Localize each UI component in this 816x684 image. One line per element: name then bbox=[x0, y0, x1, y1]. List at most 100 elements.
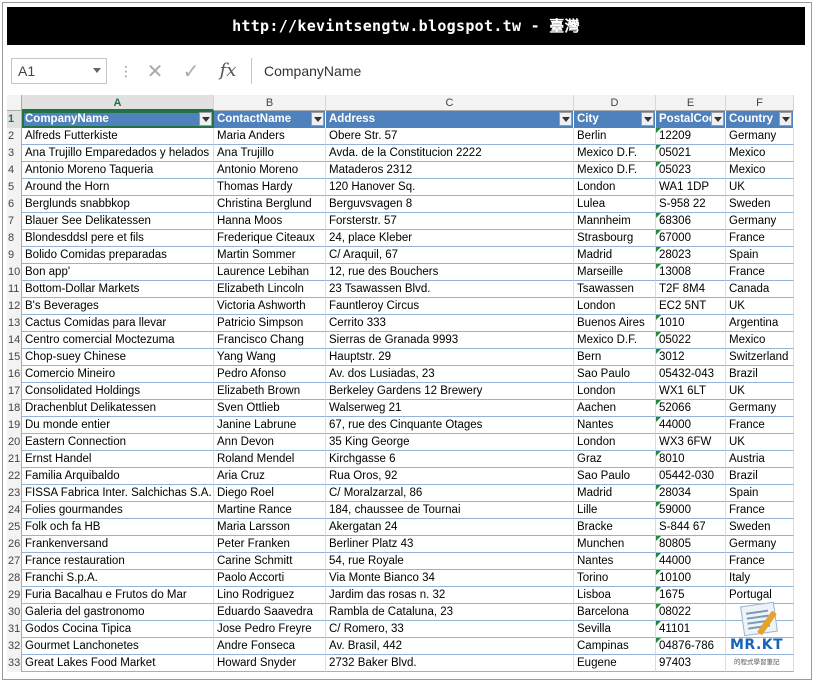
table-cell[interactable]: Diego Roel bbox=[214, 485, 326, 502]
row-header[interactable]: 22 bbox=[7, 468, 22, 485]
column-header-e[interactable]: E bbox=[656, 95, 726, 111]
table-cell[interactable]: Spain bbox=[726, 485, 794, 502]
table-cell[interactable]: Sweden bbox=[726, 519, 794, 536]
row-header[interactable]: 13 bbox=[7, 315, 22, 332]
table-cell[interactable]: Sao Paulo bbox=[574, 366, 656, 383]
table-cell[interactable]: 120 Hanover Sq. bbox=[326, 179, 574, 196]
table-cell[interactable]: B's Beverages bbox=[22, 298, 214, 315]
table-cell[interactable]: 04876-786 bbox=[656, 638, 726, 655]
table-cell[interactable]: London bbox=[574, 298, 656, 315]
row-header[interactable]: 11 bbox=[7, 281, 22, 298]
table-cell[interactable]: Roland Mendel bbox=[214, 451, 326, 468]
row-header[interactable]: 19 bbox=[7, 417, 22, 434]
table-cell[interactable]: Sven Ottlieb bbox=[214, 400, 326, 417]
column-header-f[interactable]: F bbox=[726, 95, 794, 111]
table-cell[interactable]: Italy bbox=[726, 570, 794, 587]
table-cell[interactable]: Austria bbox=[726, 451, 794, 468]
table-cell[interactable]: Comercio Mineiro bbox=[22, 366, 214, 383]
table-cell[interactable]: 13008 bbox=[656, 264, 726, 281]
row-header[interactable]: 28 bbox=[7, 570, 22, 587]
table-cell[interactable]: France bbox=[726, 502, 794, 519]
row-header[interactable]: 14 bbox=[7, 332, 22, 349]
table-cell[interactable]: Francisco Chang bbox=[214, 332, 326, 349]
table-cell[interactable]: Aria Cruz bbox=[214, 468, 326, 485]
row-header[interactable]: 3 bbox=[7, 145, 22, 162]
table-cell[interactable]: 97403 bbox=[656, 655, 726, 672]
table-cell[interactable]: 1010 bbox=[656, 315, 726, 332]
table-cell[interactable]: Germany bbox=[726, 213, 794, 230]
table-cell[interactable]: Mannheim bbox=[574, 213, 656, 230]
table-cell[interactable]: Argentina bbox=[726, 315, 794, 332]
table-cell[interactable]: Martine Rance bbox=[214, 502, 326, 519]
table-cell[interactable]: Blondesddsl pere et fils bbox=[22, 230, 214, 247]
table-cell[interactable]: London bbox=[574, 383, 656, 400]
table-cell[interactable]: Berglunds snabbkop bbox=[22, 196, 214, 213]
row-header[interactable]: 30 bbox=[7, 604, 22, 621]
row-header[interactable]: 27 bbox=[7, 553, 22, 570]
filter-dropdown-icon[interactable] bbox=[779, 112, 792, 126]
table-cell[interactable]: 12209 bbox=[656, 128, 726, 145]
table-cell[interactable]: Thomas Hardy bbox=[214, 179, 326, 196]
table-cell[interactable]: Rua Oros, 92 bbox=[326, 468, 574, 485]
table-cell[interactable]: Canada bbox=[726, 281, 794, 298]
row-header[interactable]: 2 bbox=[7, 128, 22, 145]
name-box[interactable]: A1 bbox=[11, 58, 107, 84]
table-cell[interactable]: 67, rue des Cinquante Otages bbox=[326, 417, 574, 434]
table-cell[interactable]: Germany bbox=[726, 400, 794, 417]
table-cell[interactable]: Furia Bacalhau e Frutos do Mar bbox=[22, 587, 214, 604]
table-cell[interactable]: Great Lakes Food Market bbox=[22, 655, 214, 672]
table-cell[interactable]: Marseille bbox=[574, 264, 656, 281]
table-header-companyname[interactable]: CompanyName bbox=[22, 111, 214, 128]
table-cell[interactable]: Andre Fonseca bbox=[214, 638, 326, 655]
table-cell[interactable]: Forsterstr. 57 bbox=[326, 213, 574, 230]
table-cell[interactable]: Sweden bbox=[726, 196, 794, 213]
table-cell[interactable]: Campinas bbox=[574, 638, 656, 655]
table-cell[interactable]: France bbox=[726, 264, 794, 281]
table-cell[interactable]: 35 King George bbox=[326, 434, 574, 451]
table-cell[interactable]: Buenos Aires bbox=[574, 315, 656, 332]
row-header[interactable]: 33 bbox=[7, 655, 22, 672]
row-header[interactable]: 29 bbox=[7, 587, 22, 604]
table-cell[interactable]: Munchen bbox=[574, 536, 656, 553]
table-cell[interactable]: Madrid bbox=[574, 247, 656, 264]
table-cell[interactable]: 2732 Baker Blvd. bbox=[326, 655, 574, 672]
table-header-city[interactable]: City bbox=[574, 111, 656, 128]
table-cell[interactable]: 24, place Kleber bbox=[326, 230, 574, 247]
table-cell[interactable]: France bbox=[726, 417, 794, 434]
table-cell[interactable]: Sao Paulo bbox=[574, 468, 656, 485]
table-cell[interactable]: Nantes bbox=[574, 417, 656, 434]
table-cell[interactable]: Frederique Citeaux bbox=[214, 230, 326, 247]
table-cell[interactable]: 41101 bbox=[656, 621, 726, 638]
table-cell[interactable]: Akergatan 24 bbox=[326, 519, 574, 536]
table-cell[interactable]: Franchi S.p.A. bbox=[22, 570, 214, 587]
table-cell[interactable]: Fauntleroy Circus bbox=[326, 298, 574, 315]
filter-dropdown-icon[interactable] bbox=[559, 112, 572, 126]
table-cell[interactable]: Elizabeth Brown bbox=[214, 383, 326, 400]
table-cell[interactable]: Laurence Lebihan bbox=[214, 264, 326, 281]
table-cell[interactable]: Blauer See Delikatessen bbox=[22, 213, 214, 230]
table-cell[interactable]: Ana Trujillo bbox=[214, 145, 326, 162]
table-cell[interactable]: Tsawassen bbox=[574, 281, 656, 298]
table-cell[interactable]: Drachenblut Delikatessen bbox=[22, 400, 214, 417]
table-cell[interactable]: Mexico bbox=[726, 332, 794, 349]
table-cell[interactable]: Lino Rodriguez bbox=[214, 587, 326, 604]
table-cell[interactable]: Godos Cocina Tipica bbox=[22, 621, 214, 638]
table-cell[interactable]: 05022 bbox=[656, 332, 726, 349]
row-header[interactable]: 1 bbox=[7, 111, 22, 128]
table-cell[interactable]: Obere Str. 57 bbox=[326, 128, 574, 145]
row-header[interactable]: 5 bbox=[7, 179, 22, 196]
table-header-contactname[interactable]: ContactName bbox=[214, 111, 326, 128]
table-cell[interactable]: Maria Anders bbox=[214, 128, 326, 145]
table-cell[interactable]: France bbox=[726, 553, 794, 570]
table-cell[interactable]: Mexico D.F. bbox=[574, 145, 656, 162]
table-cell[interactable]: France restauration bbox=[22, 553, 214, 570]
table-cell[interactable]: Patricio Simpson bbox=[214, 315, 326, 332]
table-cell[interactable]: UK bbox=[726, 383, 794, 400]
table-cell[interactable]: 05432-043 bbox=[656, 366, 726, 383]
table-cell[interactable]: C/ Romero, 33 bbox=[326, 621, 574, 638]
table-cell[interactable]: Ann Devon bbox=[214, 434, 326, 451]
column-header-d[interactable]: D bbox=[574, 95, 656, 111]
table-cell[interactable]: Bolido Comidas preparadas bbox=[22, 247, 214, 264]
table-cell[interactable]: 44000 bbox=[656, 417, 726, 434]
table-cell[interactable]: Ana Trujillo Emparedados y helados bbox=[22, 145, 214, 162]
